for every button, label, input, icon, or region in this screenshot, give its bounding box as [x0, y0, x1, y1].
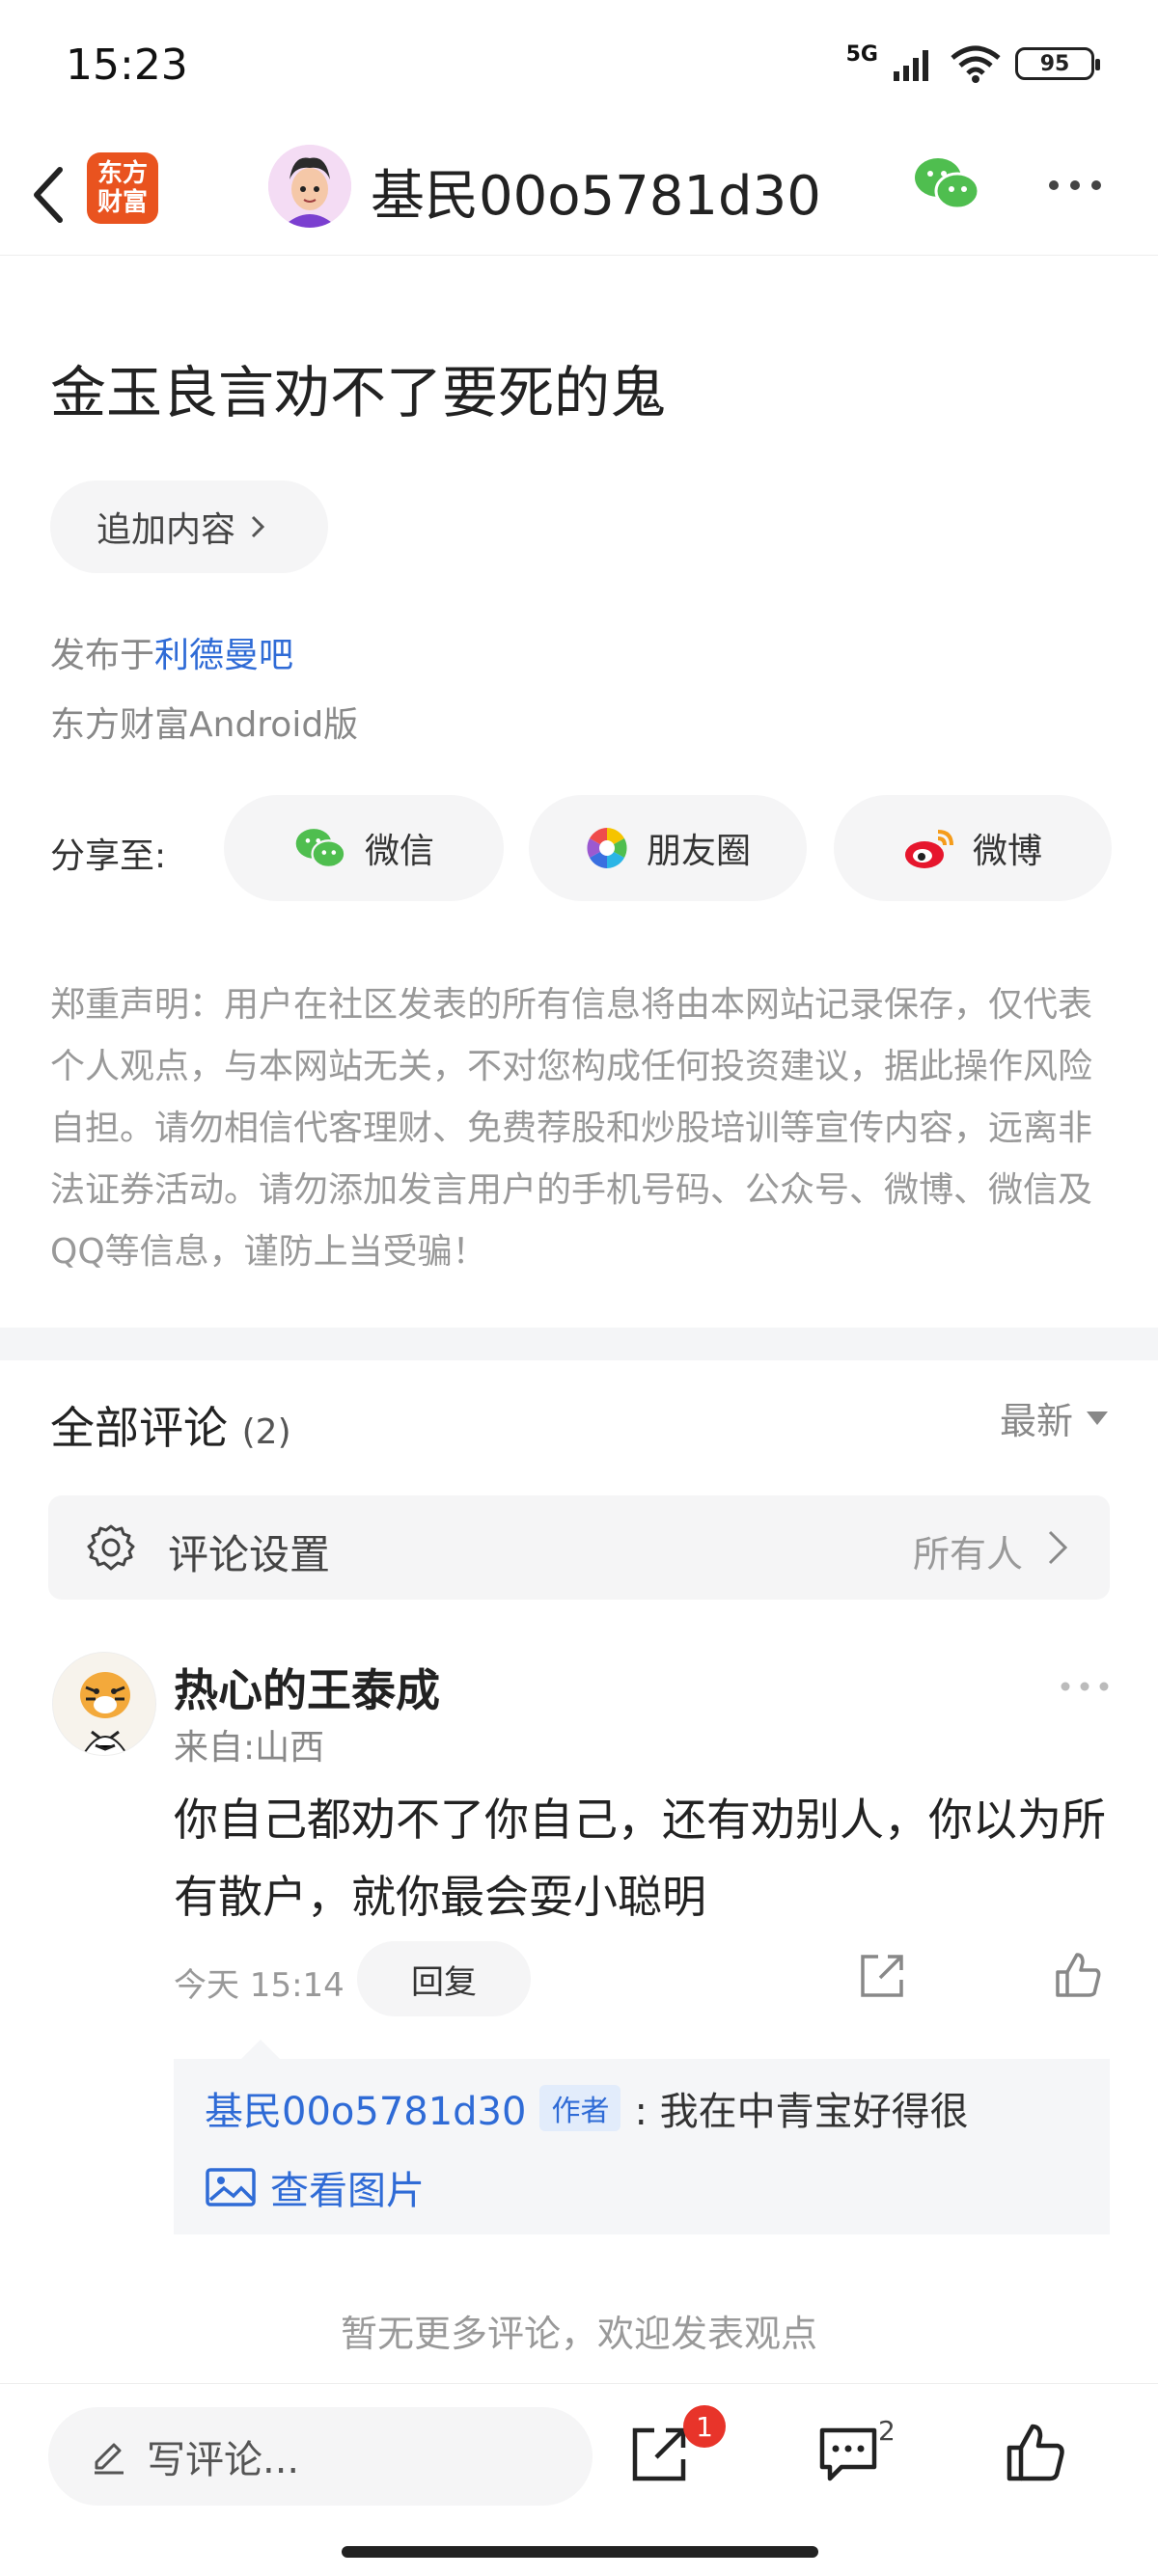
append-content-button[interactable]: 追加内容 — [50, 480, 328, 573]
reply-line: 基民00o5781d30 作者 : 我在中青宝好得很 — [205, 2080, 969, 2136]
image-icon — [206, 2168, 256, 2206]
gear-icon — [87, 1524, 135, 1571]
reply-box: 基民00o5781d30 作者 : 我在中青宝好得很 查看图片 — [174, 2040, 1110, 2234]
thumbs-up-icon[interactable] — [1004, 2421, 1067, 2484]
commenter-name[interactable]: 热心的王泰成 — [174, 1656, 440, 1719]
commenter-avatar[interactable] — [52, 1652, 156, 1756]
share-badge: 1 — [683, 2405, 726, 2448]
network-label: 5G — [845, 41, 878, 67]
bottom-bar: 写评论... 1 2 — [0, 2383, 1158, 2576]
status-time: 15:23 — [66, 41, 188, 90]
comments-count: (2) — [241, 1412, 291, 1452]
share-moments-button[interactable]: 朋友圈 — [529, 795, 807, 901]
forum-link[interactable]: 利德曼吧 — [154, 636, 293, 675]
app-logo[interactable]: 东方财富 — [87, 152, 158, 224]
share-label: 分享至: — [50, 836, 167, 876]
share-icon[interactable] — [627, 2423, 691, 2486]
post-title: 金玉良言劝不了要死的鬼 — [50, 360, 667, 425]
write-comment-input[interactable]: 写评论... — [48, 2407, 593, 2506]
top-nav: 东方财富 基民00o5781d30 — [0, 135, 1158, 256]
comments-title: 全部评论 — [50, 1402, 228, 1454]
reply-button[interactable]: 回复 — [357, 1941, 531, 2016]
post-client: 东方财富Android版 — [50, 705, 359, 745]
comment-count: 2 — [878, 2415, 896, 2447]
share-weibo-button[interactable]: 微博 — [834, 795, 1112, 901]
view-image-link[interactable]: 查看图片 — [205, 2159, 425, 2215]
more-icon[interactable] — [1046, 174, 1104, 197]
signal-icon — [894, 50, 928, 81]
chevron-right-icon — [251, 515, 265, 538]
published-in: 发布于利德曼吧 — [50, 627, 293, 677]
author-tag: 作者 — [539, 2085, 621, 2131]
author-avatar[interactable] — [268, 145, 351, 228]
reply-user[interactable]: 基民00o5781d30 — [205, 2080, 526, 2136]
wifi-icon — [951, 45, 1001, 83]
share-icon[interactable] — [857, 1951, 907, 2001]
wechat-icon[interactable] — [913, 154, 980, 212]
sort-dropdown[interactable]: 最新 — [1000, 1391, 1108, 1444]
section-divider — [0, 1328, 1158, 1360]
view-image-label: 查看图片 — [270, 2169, 425, 2213]
wechat-icon — [295, 829, 346, 869]
comment-more-icon[interactable] — [1060, 1677, 1110, 1696]
weibo-icon — [904, 830, 953, 868]
battery-icon: 95 — [1015, 47, 1100, 80]
share-weibo-label: 微博 — [972, 832, 1042, 871]
pencil-icon — [95, 2443, 124, 2475]
back-icon[interactable] — [21, 156, 79, 233]
published-prefix: 发布于 — [50, 636, 155, 675]
comment-settings-value: 所有人 — [912, 1533, 1023, 1576]
caret-down-icon — [1087, 1411, 1108, 1425]
status-icons: 5G 95 — [845, 41, 1100, 83]
comments-header: 全部评论 (2) — [50, 1393, 291, 1457]
disclaimer: 郑重声明：用户在社区发表的所有信息将由本网站记录保存，仅代表个人观点，与本网站无… — [50, 985, 1093, 1272]
write-comment-placeholder: 写评论... — [147, 2438, 300, 2482]
share-moments-label: 朋友圈 — [646, 832, 751, 871]
chevron-right-icon — [1048, 1530, 1068, 1565]
append-content-label: 追加内容 — [96, 510, 236, 550]
comment-text: 你自己都劝不了你自己，还有劝别人，你以为所有散户，就你最会耍小聪明 — [174, 1794, 1106, 1923]
comment-settings-row[interactable]: 评论设置 所有人 — [48, 1495, 1110, 1600]
comment-time: 今天 15:14 — [174, 1966, 345, 2005]
comment-settings-label: 评论设置 — [168, 1531, 331, 1578]
nav-title: 基民00o5781d30 — [371, 165, 821, 228]
home-indicator[interactable] — [342, 2546, 818, 2558]
thumbs-up-icon[interactable] — [1052, 1949, 1104, 2001]
sort-label: 最新 — [999, 1400, 1073, 1442]
reply-text: : 我在中青宝好得很 — [634, 2090, 969, 2134]
share-wechat-button[interactable]: 微信 — [224, 795, 504, 901]
comment-icon[interactable] — [816, 2425, 880, 2484]
commenter-location: 来自:山西 — [174, 1728, 325, 1768]
status-bar: 15:23 5G 95 — [0, 0, 1158, 135]
moments-icon — [587, 828, 627, 868]
share-wechat-label: 微信 — [364, 832, 434, 871]
no-more-comments: 暂无更多评论，欢迎发表观点 — [340, 2313, 817, 2355]
